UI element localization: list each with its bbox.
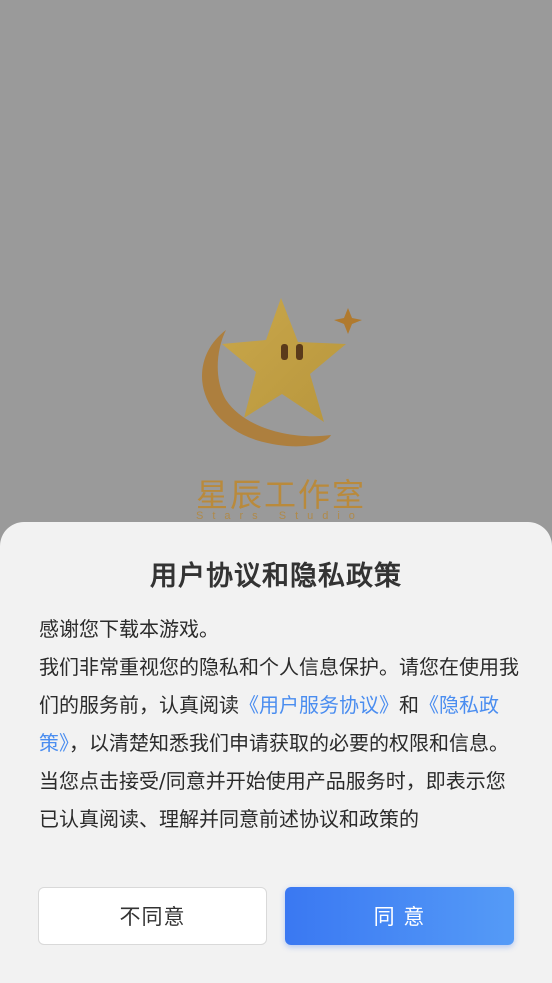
and-text: 和 xyxy=(399,693,419,717)
studio-subtitle: Stars Studio xyxy=(196,510,364,522)
disagree-button[interactable]: 不同意 xyxy=(38,887,267,945)
star-logo-icon xyxy=(202,298,362,447)
user-agreement-link[interactable]: 《用户服务协议》 xyxy=(239,693,399,717)
privacy-paragraph: 我们非常重视您的隐私和个人信息保护。请您在使用我们的服务前，认真阅读《用户服务协… xyxy=(39,648,519,762)
dialog-content[interactable]: 感谢您下载本游戏。 我们非常重视您的隐私和个人信息保护。请您在使用我们的服务前，… xyxy=(39,610,519,860)
privacy-text-end: ，以清楚知悉我们申请获取的必要的权限和信息。 xyxy=(69,731,509,755)
consent-paragraph: 当您点击接受/同意并开始使用产品服务时，即表示您已认真阅读、理解并同意前述协议和… xyxy=(39,769,506,831)
thanks-paragraph: 感谢您下载本游戏。 xyxy=(39,617,219,641)
agree-button[interactable]: 同 意 xyxy=(285,887,514,945)
dialog-title: 用户协议和隐私政策 xyxy=(150,561,402,592)
